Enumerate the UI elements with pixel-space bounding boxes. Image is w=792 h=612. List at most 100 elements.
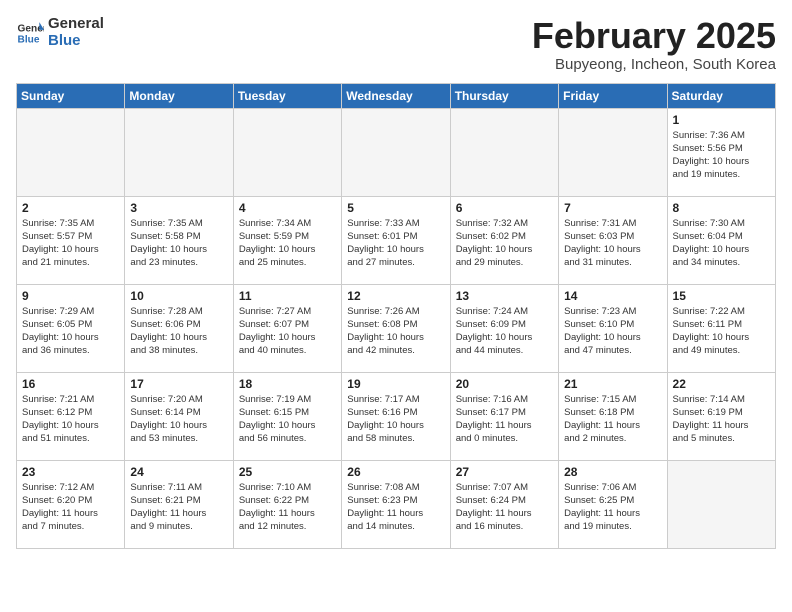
logo-blue: Blue xyxy=(48,33,104,50)
day-info: Sunrise: 7:12 AM Sunset: 6:20 PM Dayligh… xyxy=(22,481,119,534)
day-number: 16 xyxy=(22,377,119,391)
day-cell: 3Sunrise: 7:35 AM Sunset: 5:58 PM Daylig… xyxy=(125,196,233,284)
day-info: Sunrise: 7:21 AM Sunset: 6:12 PM Dayligh… xyxy=(22,393,119,446)
week-row-2: 2Sunrise: 7:35 AM Sunset: 5:57 PM Daylig… xyxy=(17,196,776,284)
day-cell: 7 Sunrise: 7:31 AM Sunset: 6:03 PM Daylig… xyxy=(559,196,667,284)
day-header-monday: Monday xyxy=(125,83,233,108)
day-cell: 15 Sunrise: 7:22 AM Sunset: 6:11 PM Dayli… xyxy=(667,284,775,372)
day-header-saturday: Saturday xyxy=(667,83,775,108)
day-cell xyxy=(450,108,558,196)
day-number: 1 xyxy=(673,113,770,127)
day-info: Sunrise: 7:10 AM Sunset: 6:22 PM Dayligh… xyxy=(239,481,336,534)
day-info: Sunrise: 7:16 AM Sunset: 6:17 PM Dayligh… xyxy=(456,393,553,446)
day-info: Sunrise: 7:35 AM Sunset: 5:58 PM Dayligh… xyxy=(130,217,227,270)
day-cell: 14 Sunrise: 7:23 AM Sunset: 6:10 PM Dayli… xyxy=(559,284,667,372)
day-cell: 20 Sunrise: 7:16 AM Sunset: 6:17 PM Dayli… xyxy=(450,372,558,460)
day-cell: 8Sunrise: 7:30 AM Sunset: 6:04 PM Daylig… xyxy=(667,196,775,284)
day-number: 23 xyxy=(22,465,119,479)
day-info: Sunrise: 7:36 AM Sunset: 5:56 PM Dayligh… xyxy=(673,129,770,182)
day-number: 27 xyxy=(456,465,553,479)
month-title: February 2025 xyxy=(532,16,776,56)
day-number: 8 xyxy=(673,201,770,215)
day-cell: 17 Sunrise: 7:20 AM Sunset: 6:14 PM Dayli… xyxy=(125,372,233,460)
day-cell: 6Sunrise: 7:32 AM Sunset: 6:02 PM Daylig… xyxy=(450,196,558,284)
day-cell: 24 Sunrise: 7:11 AM Sunset: 6:21 PM Dayli… xyxy=(125,460,233,548)
day-cell: 22 Sunrise: 7:14 AM Sunset: 6:19 PM Dayli… xyxy=(667,372,775,460)
logo-general: General xyxy=(48,16,104,33)
day-info: Sunrise: 7:08 AM Sunset: 6:23 PM Dayligh… xyxy=(347,481,444,534)
day-cell: 16 Sunrise: 7:21 AM Sunset: 6:12 PM Dayli… xyxy=(17,372,125,460)
logo: General Blue General Blue xyxy=(16,16,104,49)
day-number: 13 xyxy=(456,289,553,303)
day-cell: 4 Sunrise: 7:34 AM Sunset: 5:59 PM Daylig… xyxy=(233,196,341,284)
day-info: Sunrise: 7:28 AM Sunset: 6:06 PM Dayligh… xyxy=(130,305,227,358)
day-cell: 23 Sunrise: 7:12 AM Sunset: 6:20 PM Dayli… xyxy=(17,460,125,548)
day-info: Sunrise: 7:15 AM Sunset: 6:18 PM Dayligh… xyxy=(564,393,661,446)
day-info: Sunrise: 7:07 AM Sunset: 6:24 PM Dayligh… xyxy=(456,481,553,534)
day-cell: 21 Sunrise: 7:15 AM Sunset: 6:18 PM Dayli… xyxy=(559,372,667,460)
day-header-thursday: Thursday xyxy=(450,83,558,108)
day-info: Sunrise: 7:34 AM Sunset: 5:59 PM Dayligh… xyxy=(239,217,336,270)
page-header: General Blue General Blue February 2025 … xyxy=(16,16,776,73)
day-number: 7 xyxy=(564,201,661,215)
day-cell: 13 Sunrise: 7:24 AM Sunset: 6:09 PM Dayli… xyxy=(450,284,558,372)
day-cell xyxy=(559,108,667,196)
logo-icon: General Blue xyxy=(16,19,44,47)
day-number: 14 xyxy=(564,289,661,303)
title-block: February 2025 Bupyeong, Incheon, South K… xyxy=(532,16,776,73)
day-number: 22 xyxy=(673,377,770,391)
day-number: 18 xyxy=(239,377,336,391)
day-number: 26 xyxy=(347,465,444,479)
day-info: Sunrise: 7:23 AM Sunset: 6:10 PM Dayligh… xyxy=(564,305,661,358)
day-number: 12 xyxy=(347,289,444,303)
day-number: 17 xyxy=(130,377,227,391)
day-number: 11 xyxy=(239,289,336,303)
day-cell: 9 Sunrise: 7:29 AM Sunset: 6:05 PM Daylig… xyxy=(17,284,125,372)
svg-text:Blue: Blue xyxy=(18,34,40,45)
day-number: 25 xyxy=(239,465,336,479)
day-cell xyxy=(17,108,125,196)
day-info: Sunrise: 7:14 AM Sunset: 6:19 PM Dayligh… xyxy=(673,393,770,446)
day-number: 10 xyxy=(130,289,227,303)
day-number: 20 xyxy=(456,377,553,391)
day-info: Sunrise: 7:26 AM Sunset: 6:08 PM Dayligh… xyxy=(347,305,444,358)
day-info: Sunrise: 7:11 AM Sunset: 6:21 PM Dayligh… xyxy=(130,481,227,534)
day-info: Sunrise: 7:17 AM Sunset: 6:16 PM Dayligh… xyxy=(347,393,444,446)
day-cell xyxy=(125,108,233,196)
day-header-tuesday: Tuesday xyxy=(233,83,341,108)
day-number: 24 xyxy=(130,465,227,479)
day-cell: 12 Sunrise: 7:26 AM Sunset: 6:08 PM Dayli… xyxy=(342,284,450,372)
day-cell: 26 Sunrise: 7:08 AM Sunset: 6:23 PM Dayli… xyxy=(342,460,450,548)
week-row-4: 16 Sunrise: 7:21 AM Sunset: 6:12 PM Dayli… xyxy=(17,372,776,460)
day-info: Sunrise: 7:06 AM Sunset: 6:25 PM Dayligh… xyxy=(564,481,661,534)
day-number: 9 xyxy=(22,289,119,303)
day-number: 4 xyxy=(239,201,336,215)
day-number: 21 xyxy=(564,377,661,391)
day-info: Sunrise: 7:35 AM Sunset: 5:57 PM Dayligh… xyxy=(22,217,119,270)
day-cell: 2Sunrise: 7:35 AM Sunset: 5:57 PM Daylig… xyxy=(17,196,125,284)
day-cell: 18 Sunrise: 7:19 AM Sunset: 6:15 PM Dayli… xyxy=(233,372,341,460)
day-info: Sunrise: 7:32 AM Sunset: 6:02 PM Dayligh… xyxy=(456,217,553,270)
day-cell: 28 Sunrise: 7:06 AM Sunset: 6:25 PM Dayli… xyxy=(559,460,667,548)
day-cell: 10 Sunrise: 7:28 AM Sunset: 6:06 PM Dayli… xyxy=(125,284,233,372)
day-header-sunday: Sunday xyxy=(17,83,125,108)
day-cell: 27 Sunrise: 7:07 AM Sunset: 6:24 PM Dayli… xyxy=(450,460,558,548)
day-number: 28 xyxy=(564,465,661,479)
day-cell: 19 Sunrise: 7:17 AM Sunset: 6:16 PM Dayli… xyxy=(342,372,450,460)
day-info: Sunrise: 7:22 AM Sunset: 6:11 PM Dayligh… xyxy=(673,305,770,358)
day-cell: 25 Sunrise: 7:10 AM Sunset: 6:22 PM Dayli… xyxy=(233,460,341,548)
day-info: Sunrise: 7:24 AM Sunset: 6:09 PM Dayligh… xyxy=(456,305,553,358)
week-row-3: 9 Sunrise: 7:29 AM Sunset: 6:05 PM Daylig… xyxy=(17,284,776,372)
day-info: Sunrise: 7:29 AM Sunset: 6:05 PM Dayligh… xyxy=(22,305,119,358)
day-cell xyxy=(667,460,775,548)
day-number: 19 xyxy=(347,377,444,391)
calendar-table: SundayMondayTuesdayWednesdayThursdayFrid… xyxy=(16,83,776,549)
day-cell xyxy=(342,108,450,196)
week-row-1: 1 Sunrise: 7:36 AM Sunset: 5:56 PM Daylig… xyxy=(17,108,776,196)
day-info: Sunrise: 7:19 AM Sunset: 6:15 PM Dayligh… xyxy=(239,393,336,446)
day-info: Sunrise: 7:31 AM Sunset: 6:03 PM Dayligh… xyxy=(564,217,661,270)
day-number: 15 xyxy=(673,289,770,303)
day-info: Sunrise: 7:27 AM Sunset: 6:07 PM Dayligh… xyxy=(239,305,336,358)
day-info: Sunrise: 7:20 AM Sunset: 6:14 PM Dayligh… xyxy=(130,393,227,446)
day-info: Sunrise: 7:33 AM Sunset: 6:01 PM Dayligh… xyxy=(347,217,444,270)
